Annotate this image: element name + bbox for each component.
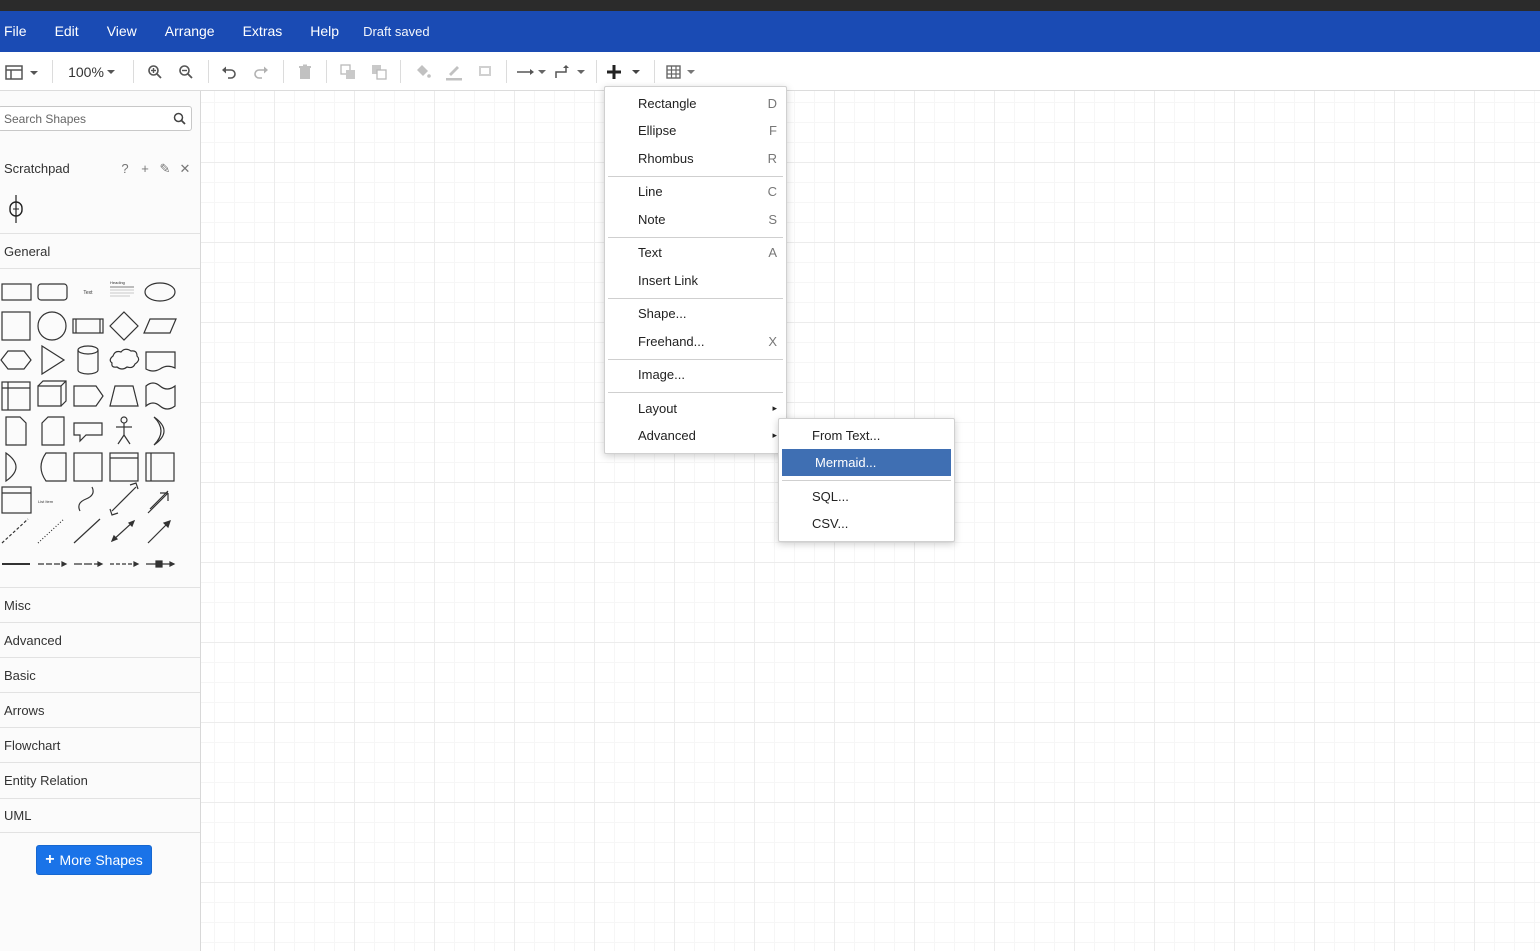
section-advanced[interactable]: Advanced [0, 622, 200, 657]
text-shape: Text [83, 290, 93, 296]
shadow-icon [479, 65, 491, 76]
to-back-icon [372, 64, 387, 80]
menu-item-layout[interactable]: Layout ▸ [605, 395, 786, 422]
menu-help[interactable]: Help [296, 11, 353, 52]
section-advanced-label: Advanced [4, 632, 62, 648]
general-section-title: General [4, 243, 51, 259]
search-icon[interactable] [173, 112, 186, 125]
menu-item-ellipse[interactable]: Ellipse F [605, 117, 786, 144]
menu-view[interactable]: View [93, 11, 151, 52]
to-front-icon [340, 63, 355, 79]
close-icon[interactable]: ✕ [178, 161, 192, 177]
delete-icon [299, 64, 311, 79]
edit-icon[interactable]: ✎ [158, 161, 172, 177]
fill-color-button[interactable] [412, 52, 434, 91]
menu-item-sql[interactable]: SQL... [779, 483, 954, 510]
menu-item-text[interactable]: Text A [605, 239, 786, 266]
zoom-out-button[interactable] [175, 52, 197, 91]
scratchpad-title: Scratchpad [4, 161, 70, 176]
section-entity-relation[interactable]: Entity Relation [0, 762, 200, 797]
redo-icon [254, 66, 268, 79]
menu-file[interactable]: File [0, 11, 41, 52]
undo-icon [222, 66, 236, 79]
fill-color-icon [417, 64, 431, 78]
delete-button[interactable] [294, 52, 316, 91]
connection-icon [517, 68, 546, 75]
insert-menu: Rectangle D Ellipse F Rhombus R Line C Note S… [604, 86, 787, 454]
menu-bar: File Edit View Arrange Extras Help Draft… [0, 11, 1540, 52]
scratchpad-header[interactable]: Scratchpad ? + ✎ ✕ [0, 151, 200, 186]
panel-layout-icon [5, 64, 38, 80]
menu-item-image[interactable]: Image... [605, 361, 786, 388]
search-box [0, 106, 192, 131]
more-shapes-label: More Shapes [59, 852, 143, 868]
zoom-in-button[interactable] [144, 52, 166, 91]
menu-item-shape[interactable]: Shape... [605, 300, 786, 327]
chevron-down-icon [106, 69, 115, 74]
to-front-button[interactable] [337, 52, 359, 91]
section-uml-label: UML [4, 808, 32, 823]
section-entity-relation-label: Entity Relation [4, 772, 88, 788]
shadow-button[interactable] [475, 52, 497, 91]
search-input[interactable] [0, 107, 167, 130]
menu-item-advanced[interactable]: Advanced ▸ [605, 422, 786, 449]
section-basic-label: Basic [4, 667, 36, 683]
section-arrows-label: Arrows [4, 702, 45, 718]
shapes-sidebar: Scratchpad ? + ✎ ✕ General [0, 91, 201, 951]
menu-item-csv[interactable]: CSV... [779, 510, 954, 537]
redo-button[interactable] [250, 52, 272, 91]
insert-plus-icon [607, 64, 640, 79]
general-section-header[interactable]: General [0, 233, 200, 268]
menu-item-rectangle[interactable]: Rectangle D [605, 90, 786, 117]
menu-item-line[interactable]: Line C [605, 178, 786, 205]
menu-item-insert-link[interactable]: Insert Link [605, 267, 786, 294]
advanced-submenu: From Text... Mermaid... SQL... CSV... [778, 418, 955, 542]
connection-style-button[interactable] [514, 52, 548, 91]
scratchpad-item[interactable] [6, 194, 26, 224]
waypoints-icon [555, 64, 585, 78]
submenu-arrow-icon: ▸ [772, 430, 777, 440]
zoom-out-icon [179, 64, 193, 79]
section-misc-label: Misc [4, 597, 31, 613]
help-icon[interactable]: ? [118, 161, 132, 176]
plus-icon: + [45, 851, 55, 868]
menu-edit[interactable]: Edit [41, 11, 93, 52]
section-uml[interactable]: UML [0, 798, 200, 833]
section-basic[interactable]: Basic [0, 657, 200, 692]
zoom-in-icon [148, 64, 162, 79]
menu-item-freehand[interactable]: Freehand... X [605, 328, 786, 355]
menu-item-from-text[interactable]: From Text... [779, 422, 954, 449]
more-shapes-button[interactable]: + More Shapes [36, 845, 152, 875]
to-back-button[interactable] [368, 52, 390, 91]
list-item-shape: List Item [38, 499, 54, 504]
menu-item-mermaid[interactable]: Mermaid... [782, 449, 951, 476]
table-icon [666, 64, 695, 79]
submenu-arrow-icon: ▸ [772, 403, 777, 413]
menu-item-note[interactable]: Note S [605, 206, 786, 233]
line-color-button[interactable] [443, 52, 465, 91]
menu-arrange[interactable]: Arrange [151, 11, 229, 52]
add-icon[interactable]: + [138, 161, 152, 176]
undo-button[interactable] [218, 52, 240, 91]
general-shapes-palette[interactable]: Text Heading List Item [0, 273, 200, 585]
section-arrows[interactable]: Arrows [0, 692, 200, 727]
waypoints-button[interactable] [553, 52, 587, 91]
panel-layout-button[interactable] [2, 52, 40, 91]
heading-shape: Heading [110, 280, 125, 285]
section-flowchart-label: Flowchart [4, 737, 61, 753]
save-status: Draft saved [363, 24, 430, 39]
section-flowchart[interactable]: Flowchart [0, 727, 200, 762]
section-misc[interactable]: Misc [0, 587, 200, 622]
window-top-strip [0, 0, 1540, 11]
zoom-level: 100% [68, 63, 104, 80]
zoom-dropdown[interactable]: 100% [62, 52, 122, 91]
menu-extras[interactable]: Extras [229, 11, 297, 52]
line-color-icon [446, 65, 462, 80]
menu-item-rhombus[interactable]: Rhombus R [605, 145, 786, 172]
